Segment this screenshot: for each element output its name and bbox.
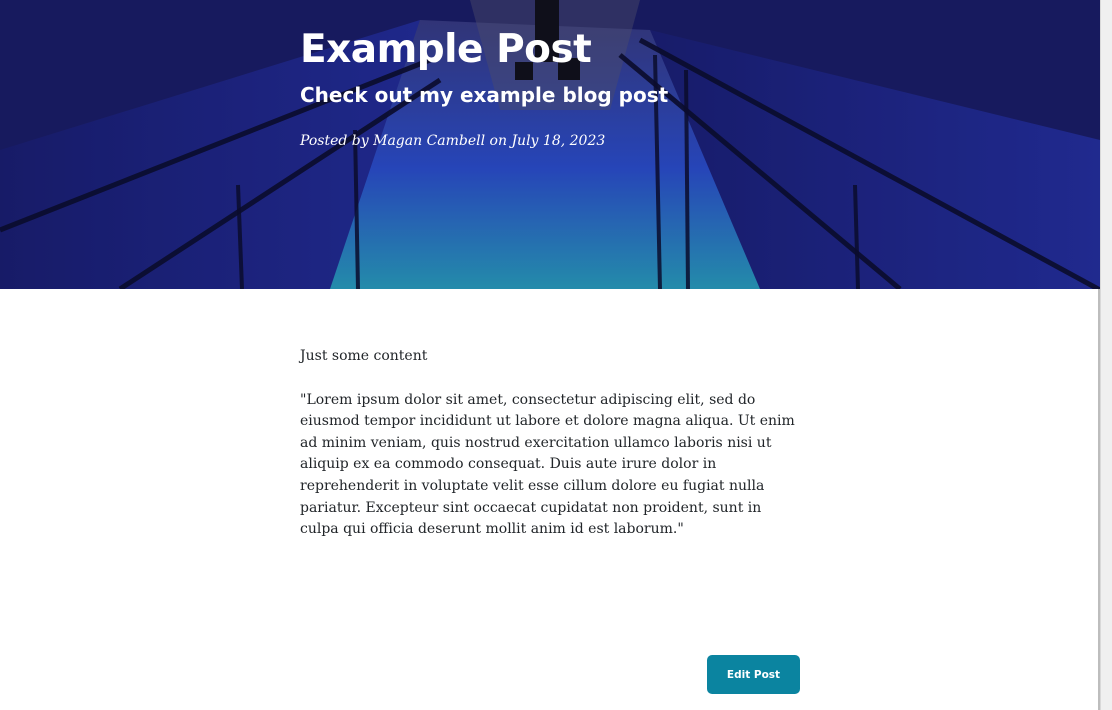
post-subtitle: Check out my example blog post [300,83,669,107]
edit-post-button[interactable]: Edit Post [707,655,800,694]
post-title: Example Post [300,27,592,72]
post-header: Example Post Check out my example blog p… [0,0,1100,289]
content-paragraph: Just some content [300,348,428,364]
content-paragraph: "Lorem ipsum dolor sit amet, consectetur… [300,391,795,538]
vertical-scrollbar[interactable] [1100,0,1112,710]
post-heading: Example Post Check out my example blog p… [300,24,820,151]
post-meta: Posted by Magan Cambell on July 18, 2023 [300,133,606,149]
post-content: Just some content "Lorem ipsum dolor sit… [300,346,800,541]
